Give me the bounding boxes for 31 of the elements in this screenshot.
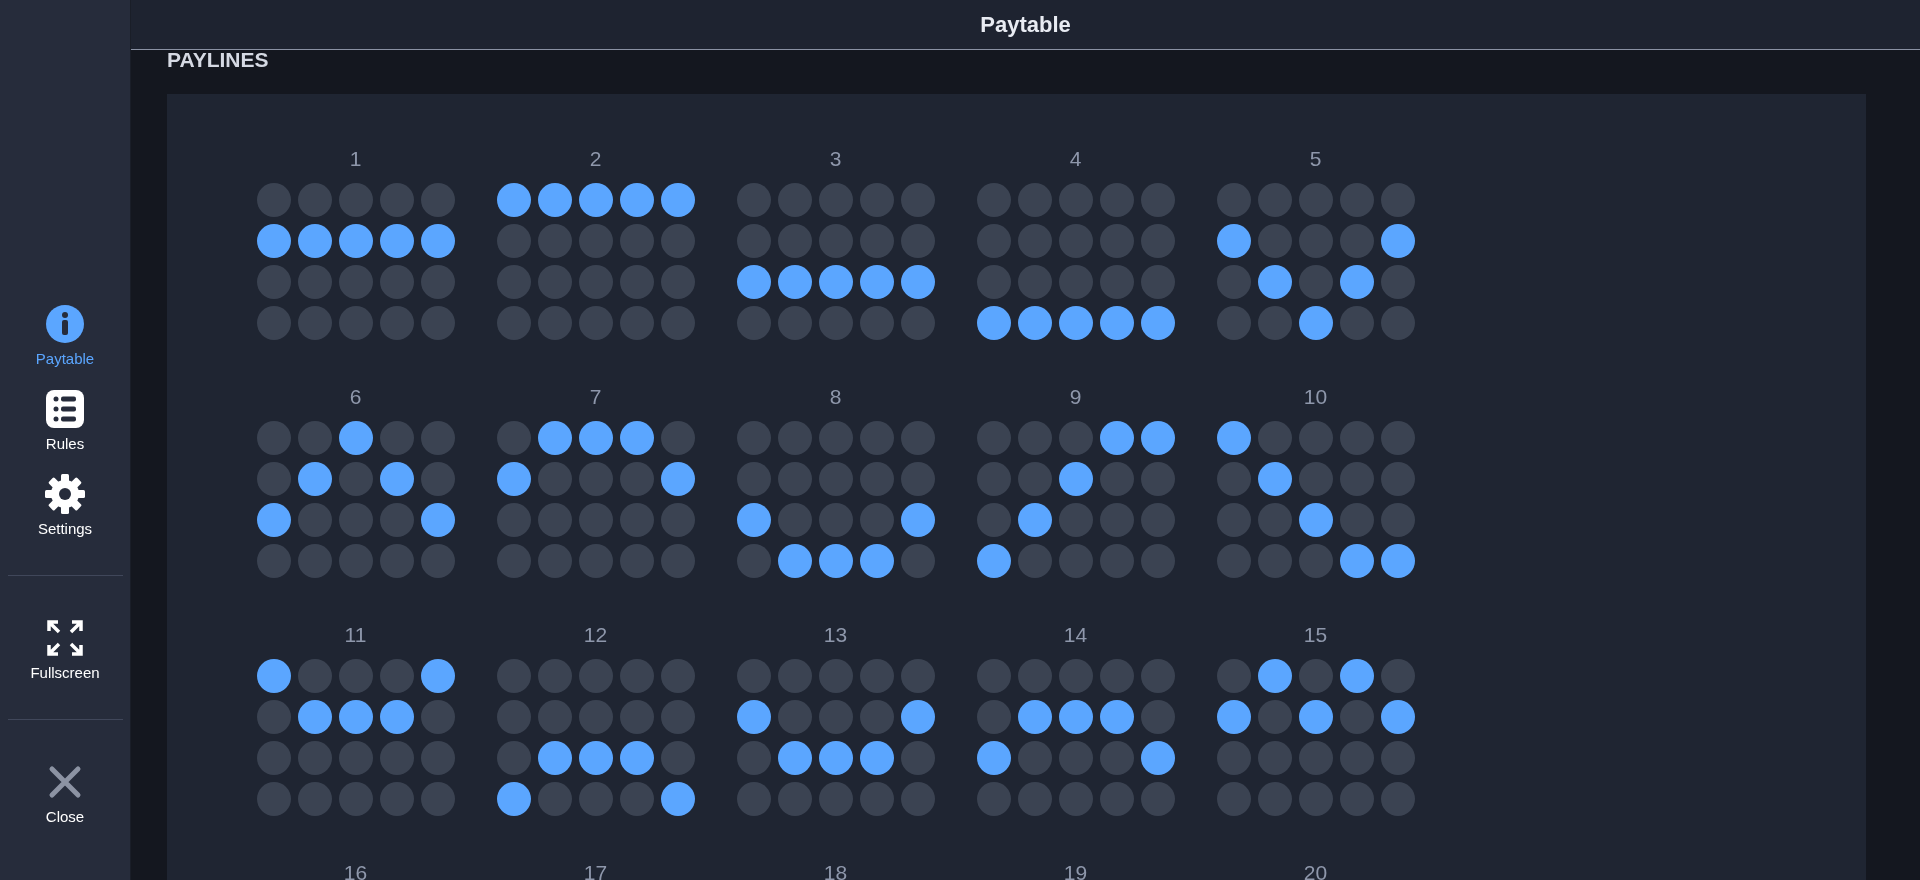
fullscreen-icon (45, 618, 85, 658)
payline-number: 7 (589, 384, 602, 410)
payline-number: 15 (1303, 622, 1328, 648)
list-icon (45, 389, 85, 429)
payline-number: 20 (1303, 860, 1328, 880)
sidebar-item[interactable]: Close (15, 758, 115, 829)
payline-number: 17 (583, 860, 608, 880)
payline-number: 14 (1063, 622, 1088, 648)
payline-number: 16 (343, 860, 368, 880)
sidebar-item[interactable]: Fullscreen (15, 614, 115, 685)
payline-number: 9 (1069, 384, 1082, 410)
payline-number: 1 (349, 146, 362, 172)
payline-number: 18 (823, 860, 848, 880)
section-title: PAYLINES (167, 50, 270, 73)
payline-number: 13 (823, 622, 848, 648)
settings-icon (45, 474, 85, 514)
sidebar-item[interactable]: Paytable (15, 300, 115, 371)
payline-number: 5 (1309, 146, 1322, 172)
payline-number: 10 (1303, 384, 1328, 410)
sidebar-item[interactable]: Settings (15, 470, 115, 541)
payline-number: 8 (829, 384, 842, 410)
info-icon (45, 304, 85, 344)
payline-number: 11 (344, 622, 367, 648)
payline-number: 4 (1069, 146, 1082, 172)
payline-number: 19 (1063, 860, 1088, 880)
payline-number: 6 (349, 384, 362, 410)
payline-number: 12 (583, 622, 608, 648)
window-title: Paytable (980, 11, 1071, 38)
payline-number: 3 (829, 146, 842, 172)
sidebar-item[interactable]: Rules (15, 385, 115, 456)
payline-number: 2 (589, 146, 602, 172)
